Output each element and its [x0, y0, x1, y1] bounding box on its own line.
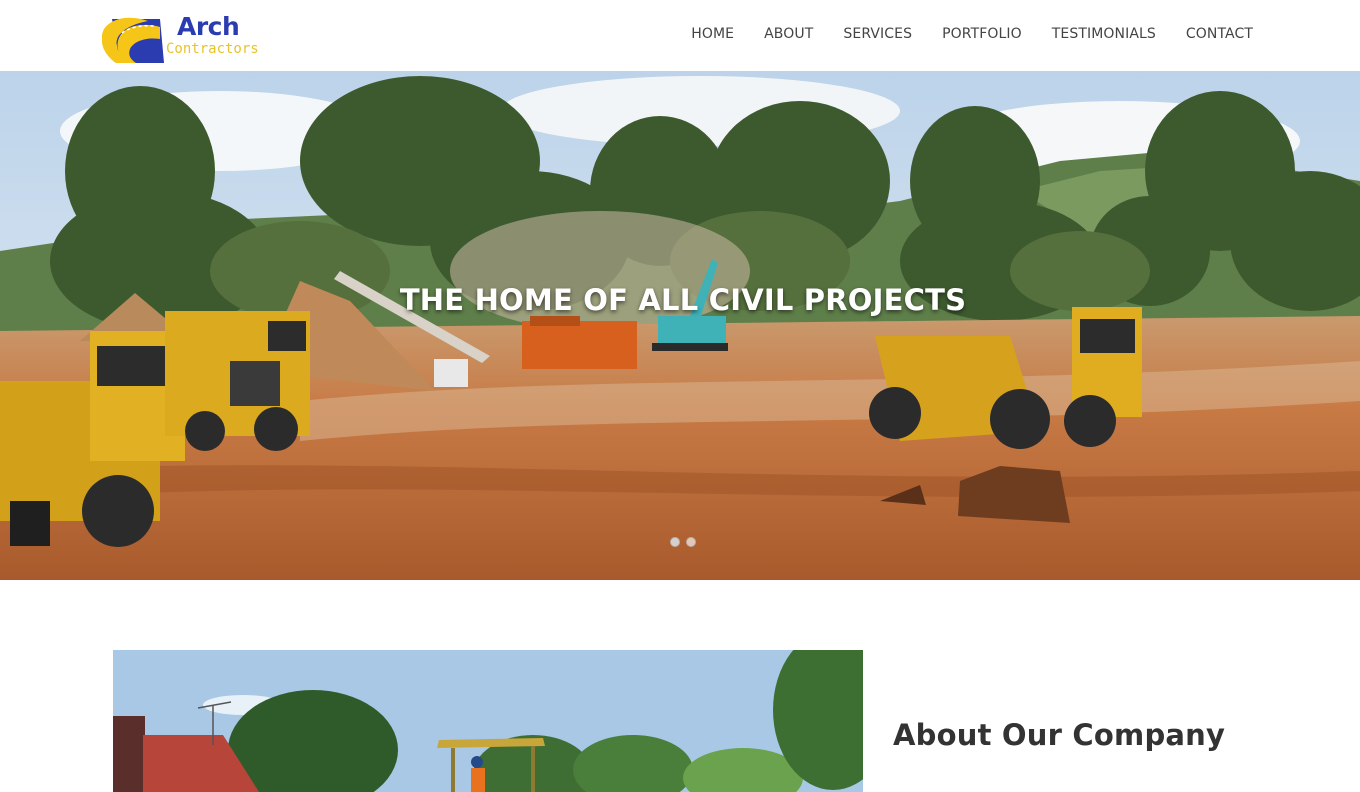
main-nav: HOME ABOUT SERVICES PORTFOLIO TESTIMONIA… — [661, 24, 1253, 44]
slider-dot-1[interactable] — [670, 537, 680, 547]
nav-services[interactable]: SERVICES — [843, 24, 912, 44]
slider-dot-2[interactable] — [686, 537, 696, 547]
slider-pagination — [670, 537, 696, 547]
nav-about[interactable]: ABOUT — [764, 24, 813, 44]
site-logo[interactable]: Arch Contractors — [102, 9, 262, 65]
about-construction-photo — [113, 650, 863, 792]
site-header: Arch Contractors HOME ABOUT SERVICES POR… — [0, 0, 1360, 71]
nav-testimonials[interactable]: TESTIMONIALS — [1052, 24, 1156, 44]
hero-construction-image — [0, 71, 1360, 580]
nav-portfolio[interactable]: PORTFOLIO — [942, 24, 1022, 44]
logo-wordmark: Arch — [177, 12, 240, 41]
about-image — [113, 650, 863, 792]
about-title: About Our Company — [893, 718, 1226, 752]
road-logo-icon — [102, 17, 164, 63]
hero-slider: THE HOME OF ALL CIVIL PROJECTS — [0, 71, 1360, 580]
logo-tagline: Contractors — [166, 41, 259, 57]
nav-home[interactable]: HOME — [691, 24, 734, 44]
nav-contact[interactable]: CONTACT — [1186, 24, 1253, 44]
hero-title: THE HOME OF ALL CIVIL PROJECTS — [399, 283, 967, 317]
